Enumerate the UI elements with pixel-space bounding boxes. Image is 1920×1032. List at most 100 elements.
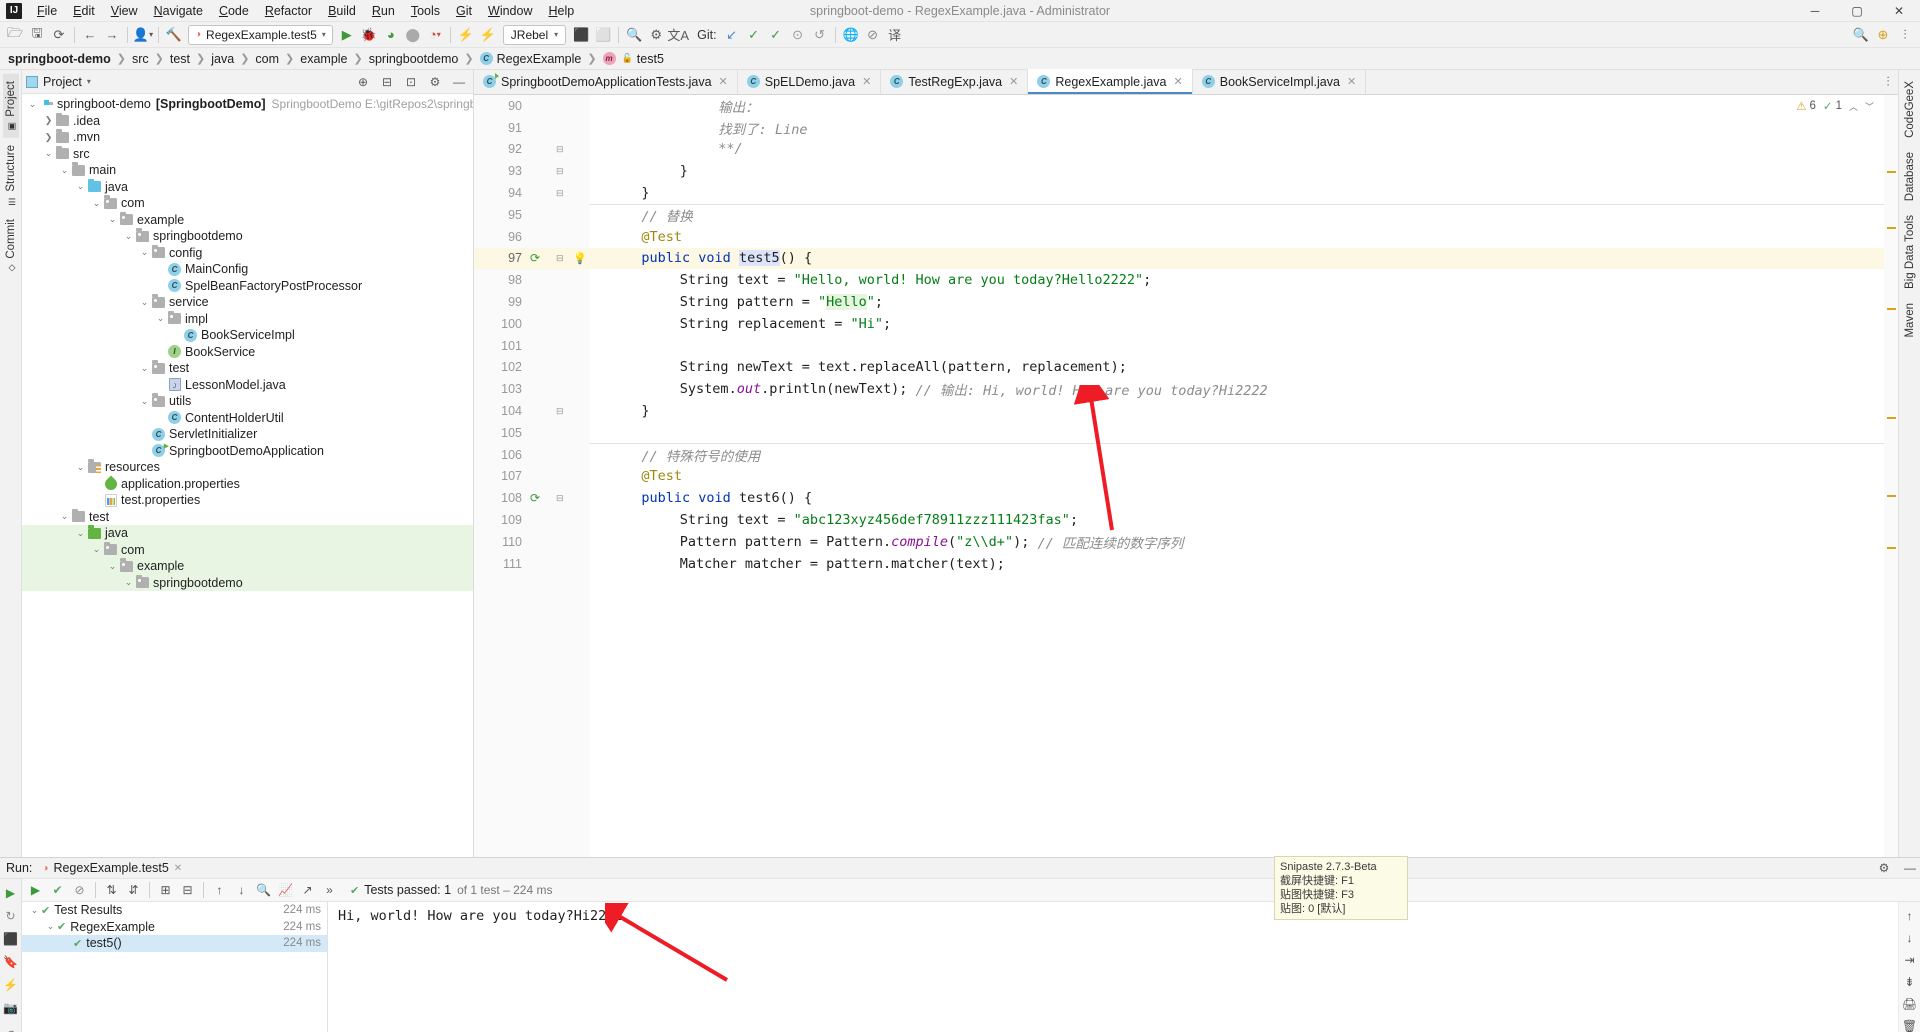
chevron-down-icon[interactable]: ⌄	[106, 561, 119, 572]
sidebar-item-commit[interactable]: ◇ Commit	[3, 212, 19, 280]
gutter-line-93[interactable]: 93 ⊟	[474, 160, 589, 182]
code-line-90[interactable]: 输出：	[589, 95, 1884, 117]
hide-panel-icon[interactable]: —	[1900, 858, 1920, 878]
translate-icon[interactable]: 文A	[667, 24, 689, 46]
run-test-gutter-icon[interactable]: ⟳	[530, 491, 540, 505]
tree-node-main[interactable]: ⌄ main	[22, 162, 473, 179]
print-icon[interactable]: 🖨	[1900, 994, 1920, 1014]
expand-all-icon[interactable]: ⊞	[155, 880, 176, 901]
gutter-line-102[interactable]: 102	[474, 357, 589, 379]
tree-node-mainconfig[interactable]: C MainConfig	[22, 261, 473, 278]
left-tool-strip[interactable]: ▣ Project ☰ Structure ◇ Commit	[0, 70, 22, 857]
git-commit-icon[interactable]: ✓	[743, 24, 765, 46]
debug-icon[interactable]: 🐞	[358, 24, 380, 46]
run-left-strip[interactable]: ▶ ↻ ⬛ 🔖 ⚡ 📷 ☁ ▦	[0, 879, 22, 1032]
breadcrumb[interactable]: springboot-demo ❯ src ❯ test ❯ java ❯ com ❯ exampl…	[0, 48, 1920, 70]
chevron-down-icon[interactable]: ﹀	[1865, 100, 1874, 113]
tree-node-resources[interactable]: ⌄ resources	[22, 459, 473, 476]
code-fold-icon[interactable]: ⊟	[556, 406, 564, 417]
gutter-line-111[interactable]: 111	[474, 553, 589, 575]
menu-navigate[interactable]: Navigate	[146, 2, 211, 20]
tree-node-com[interactable]: ⌄ com	[22, 541, 473, 558]
menu-git[interactable]: Git	[448, 2, 480, 20]
menu-tools[interactable]: Tools	[403, 2, 448, 20]
close-icon[interactable]: ✕	[1347, 75, 1356, 88]
code-line-98[interactable]: String text = "Hello, world! How are you…	[589, 269, 1884, 291]
prev-test-icon[interactable]: ↑	[209, 880, 230, 901]
gutter-line-104[interactable]: 104 ⊟	[474, 400, 589, 422]
gutter-line-105[interactable]: 105	[474, 422, 589, 444]
gutter-line-101[interactable]: 101	[474, 335, 589, 357]
translate2-icon[interactable]: 译	[884, 24, 906, 46]
bookmarks-icon[interactable]: 🔖	[1, 952, 21, 972]
tree-node-contentholderutil[interactable]: C ContentHolderUtil	[22, 410, 473, 427]
test-node-regexexample[interactable]: ⌄ ✔ RegexExample 224 ms	[22, 919, 327, 936]
gutter-line-95[interactable]: 95	[474, 204, 589, 226]
code-line-92[interactable]: **/	[589, 139, 1884, 161]
jrebel-stop-icon[interactable]: ⬛	[570, 24, 592, 46]
code-line-95[interactable]: // 替换	[589, 203, 1884, 226]
jrebel-run-icon[interactable]: ⚡	[455, 24, 477, 46]
history-chart-icon[interactable]: 📈	[275, 880, 296, 901]
chevron-down-icon[interactable]: ⌄	[58, 511, 71, 522]
jrebel-debug-icon[interactable]: ⚡	[477, 24, 499, 46]
chevron-down-icon[interactable]: ⌄	[138, 297, 151, 308]
run-tool-header[interactable]: Run: ◑ RegexExample.test5 ✕ ⚙ —	[0, 858, 1920, 879]
sidebar-item-bigdatatools[interactable]: Big Data Tools	[1902, 208, 1918, 296]
menu-edit[interactable]: Edit	[65, 2, 103, 20]
gutter-line-96[interactable]: 96	[474, 226, 589, 248]
gutter-line-108[interactable]: 108 ⟳ ⊟	[474, 487, 589, 509]
code-line-94[interactable]: }	[589, 182, 1884, 204]
chevron-down-icon[interactable]: ⌄	[154, 313, 167, 324]
window-controls[interactable]: ─ ▢ ✕	[1794, 0, 1920, 22]
collapse-all-icon[interactable]: ⊡	[401, 72, 421, 92]
chevron-up-icon[interactable]: ︿	[1849, 100, 1858, 113]
chevron-right-icon[interactable]: ❯	[42, 132, 55, 143]
code-line-103[interactable]: System. out .println(newText); // 输出: Hi, …	[589, 378, 1884, 400]
chevron-down-icon[interactable]: ⌄	[138, 247, 151, 258]
browser-icon[interactable]: 🌐	[840, 24, 862, 46]
expand-all-icon[interactable]: ⊟	[377, 72, 397, 92]
tree-node-service[interactable]: ⌄ service	[22, 294, 473, 311]
tree-node-springboot-demo[interactable]: ⌄ springboot-demo [SpringbootDemo] Springbo…	[22, 96, 473, 113]
chevron-down-icon[interactable]: ⌄	[42, 148, 55, 159]
tests-toolbar[interactable]: ▶ ✔ ⊘ ⇅ ⇵ ⊞ ⊟ ↑ ↓ 🔍 📈 ↗ » ✔ Tests passed…	[22, 879, 1920, 902]
menu-refactor[interactable]: Refactor	[257, 2, 320, 20]
profile-icon[interactable]: 👤 ▾	[132, 24, 154, 46]
run-icon[interactable]: ▶	[336, 24, 358, 46]
scroll-up-icon[interactable]: ↑	[1900, 906, 1920, 926]
jrebel-extra-icon[interactable]: ⬜	[592, 24, 614, 46]
soft-wrap-icon[interactable]: ⇥	[1900, 950, 1920, 970]
jrebel-side-icon[interactable]: ⚡	[1, 975, 21, 995]
tree-node-test-properties[interactable]: test.properties	[22, 492, 473, 509]
sidebar-item-structure[interactable]: ☰ Structure	[3, 138, 19, 213]
git-update-icon[interactable]: ↙	[721, 24, 743, 46]
chevron-down-icon[interactable]: ⌄	[74, 181, 87, 192]
breadcrumb-item-springboot-demo[interactable]: springboot-demo	[6, 52, 113, 66]
inspection-widget[interactable]: ⚠ 6 ✓ 1 ︿ ﹀	[1796, 99, 1874, 113]
test-results-tree[interactable]: ⌄ ✔ Test Results 224 ms ⌄ ✔ RegexExample 224 ms…	[22, 902, 328, 1032]
code-line-102[interactable]: String newText = text.replaceAll(pattern…	[589, 357, 1884, 379]
tree-node-application-properties[interactable]: application.properties	[22, 475, 473, 493]
code-line-97[interactable]: public void test5() {	[589, 247, 1884, 270]
code-content[interactable]: 输出： 找到了: Line **/}} // 替换 @Test public void t…	[589, 95, 1884, 857]
gutter-line-103[interactable]: 103	[474, 378, 589, 400]
sort-alpha-icon[interactable]: ⇅	[101, 880, 122, 901]
sidebar-item-maven[interactable]: Maven	[1902, 296, 1918, 345]
rerun-failed-icon[interactable]: ↻	[1, 906, 21, 926]
sidebar-item-database[interactable]: Database	[1902, 145, 1918, 208]
tree-node-lessonmodel-java[interactable]: J LessonModel.java	[22, 377, 473, 394]
chevron-down-icon[interactable]: ⌄	[74, 462, 87, 473]
breadcrumb-item-example[interactable]: example	[298, 52, 349, 66]
back-arrow-icon[interactable]: ←	[79, 24, 101, 46]
stop-icon[interactable]: ⬤	[402, 24, 424, 46]
ignore-icon[interactable]: ⊘	[69, 880, 90, 901]
search-icon[interactable]: 🔍	[253, 880, 274, 901]
breadcrumb-item-com[interactable]: com	[253, 52, 281, 66]
gutter-line-109[interactable]: 109	[474, 509, 589, 531]
stop-icon[interactable]: ⬛	[1, 929, 21, 949]
save-icon[interactable]: 🖫	[26, 24, 48, 46]
gutter-line-94[interactable]: 94 ⊟	[474, 182, 589, 204]
code-fold-icon[interactable]: ⊟	[556, 144, 564, 155]
code-fold-icon[interactable]: ⊟	[556, 166, 564, 177]
